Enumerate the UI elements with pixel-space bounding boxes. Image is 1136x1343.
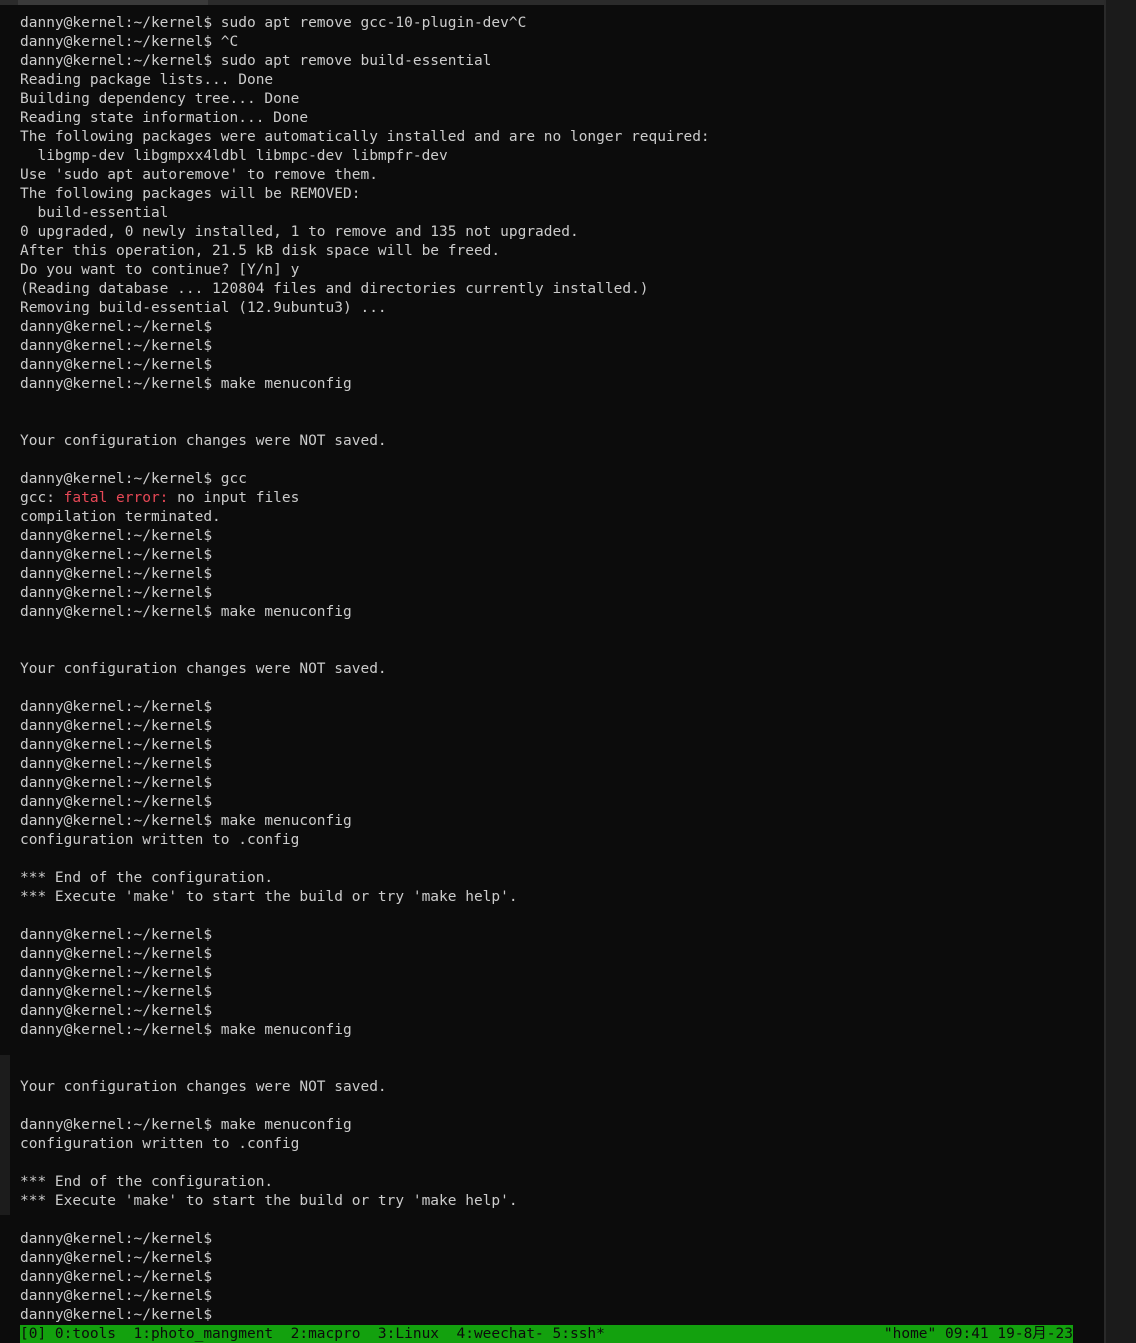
tmux-status-right: "home" 09:41 19-8月-23: [883, 1326, 1073, 1342]
terminal-line: danny@kernel:~/kernel$: [20, 718, 213, 734]
terminal-line: danny@kernel:~/kernel$ make menuconfig: [20, 813, 352, 829]
error-label: fatal error:: [63, 490, 169, 506]
terminal-line: Reading state information... Done: [20, 110, 309, 126]
tmux-status-bar: [0] 0:tools 1:photo_mangment 2:macpro 3:…: [20, 1325, 1073, 1343]
terminal-line: Do you want to continue? [Y/n] y: [20, 262, 300, 278]
terminal-line: danny@kernel:~/kernel$: [20, 357, 213, 373]
terminal-line: Your configuration changes were NOT save…: [20, 433, 387, 449]
terminal-line: configuration written to .config: [20, 1136, 300, 1152]
terminal-line: danny@kernel:~/kernel$: [20, 1307, 213, 1323]
terminal-window: danny@kernel:~/kernel$ sudo apt remove g…: [0, 0, 1136, 1343]
terminal-line: danny@kernel:~/kernel$ sudo apt remove g…: [20, 15, 527, 31]
terminal-line: gcc: fatal error: no input files: [20, 489, 1100, 508]
terminal-line: Your configuration changes were NOT save…: [20, 1079, 387, 1095]
tab-edge[interactable]: [18, 0, 208, 5]
terminal-line: danny@kernel:~/kernel$ make menuconfig: [20, 1022, 352, 1038]
terminal-line: danny@kernel:~/kernel$: [20, 1231, 213, 1247]
terminal-line: danny@kernel:~/kernel$: [20, 338, 213, 354]
terminal-line: (Reading database ... 120804 files and d…: [20, 281, 649, 297]
terminal-line: danny@kernel:~/kernel$: [20, 927, 213, 943]
terminal-line: *** Execute 'make' to start the build or…: [20, 1193, 518, 1209]
terminal-line: danny@kernel:~/kernel$: [20, 756, 213, 772]
terminal-line: 0 upgraded, 0 newly installed, 1 to remo…: [20, 224, 579, 240]
error-message: no input files: [168, 490, 300, 506]
terminal-line: configuration written to .config: [20, 832, 300, 848]
terminal-line: danny@kernel:~/kernel$: [20, 1288, 213, 1304]
scroll-indicator: [0, 1055, 10, 1215]
terminal-line: danny@kernel:~/kernel$: [20, 566, 213, 582]
terminal-line: danny@kernel:~/kernel$ sudo apt remove b…: [20, 53, 492, 69]
terminal-line: Use 'sudo apt autoremove' to remove them…: [20, 167, 378, 183]
terminal-line: danny@kernel:~/kernel$: [20, 1250, 213, 1266]
terminal-line: danny@kernel:~/kernel$: [20, 528, 213, 544]
terminal-line: danny@kernel:~/kernel$: [20, 775, 213, 791]
terminal-line: danny@kernel:~/kernel$ make menuconfig: [20, 1117, 352, 1133]
terminal-line: danny@kernel:~/kernel$ make menuconfig: [20, 376, 352, 392]
title-strip: [0, 0, 1104, 5]
terminal-line: libgmp-dev libgmpxx4ldbl libmpc-dev libm…: [20, 148, 448, 164]
error-prefix: gcc:: [20, 490, 64, 506]
tmux-window-list[interactable]: [0] 0:tools 1:photo_mangment 2:macpro 3:…: [20, 1325, 605, 1343]
terminal-line: danny@kernel:~/kernel$ ^C: [20, 34, 239, 50]
terminal-line: The following packages will be REMOVED:: [20, 186, 361, 202]
terminal-line: build-essential: [20, 205, 169, 221]
terminal-line: After this operation, 21.5 kB disk space…: [20, 243, 501, 259]
terminal-line: *** Execute 'make' to start the build or…: [20, 889, 518, 905]
terminal-line: *** End of the configuration.: [20, 870, 274, 886]
terminal-line: danny@kernel:~/kernel$: [20, 984, 213, 1000]
terminal-line: danny@kernel:~/kernel$: [20, 946, 213, 962]
terminal-line: danny@kernel:~/kernel$ gcc: [20, 471, 247, 487]
terminal-line: danny@kernel:~/kernel$: [20, 794, 213, 810]
terminal-line: Reading package lists... Done: [20, 72, 274, 88]
terminal-line: danny@kernel:~/kernel$ make menuconfig: [20, 604, 352, 620]
terminal-line: danny@kernel:~/kernel$: [20, 965, 213, 981]
terminal-line: Building dependency tree... Done: [20, 91, 300, 107]
terminal-line: Your configuration changes were NOT save…: [20, 661, 387, 677]
terminal-line: *** End of the configuration.: [20, 1174, 274, 1190]
terminal-line: danny@kernel:~/kernel$: [20, 1269, 213, 1285]
terminal-line: danny@kernel:~/kernel$: [20, 319, 213, 335]
scrollbar-track[interactable]: [1106, 0, 1136, 1343]
terminal-line: danny@kernel:~/kernel$: [20, 1003, 213, 1019]
terminal-output[interactable]: danny@kernel:~/kernel$ sudo apt remove g…: [20, 14, 1100, 1325]
terminal-line: danny@kernel:~/kernel$: [20, 547, 213, 563]
terminal-line: danny@kernel:~/kernel$: [20, 737, 213, 753]
terminal-line: danny@kernel:~/kernel$: [20, 585, 213, 601]
terminal-line: compilation terminated.: [20, 509, 221, 525]
terminal-line: The following packages were automaticall…: [20, 129, 710, 145]
terminal-line: Removing build-essential (12.9ubuntu3) .…: [20, 300, 387, 316]
terminal-line: danny@kernel:~/kernel$: [20, 699, 213, 715]
